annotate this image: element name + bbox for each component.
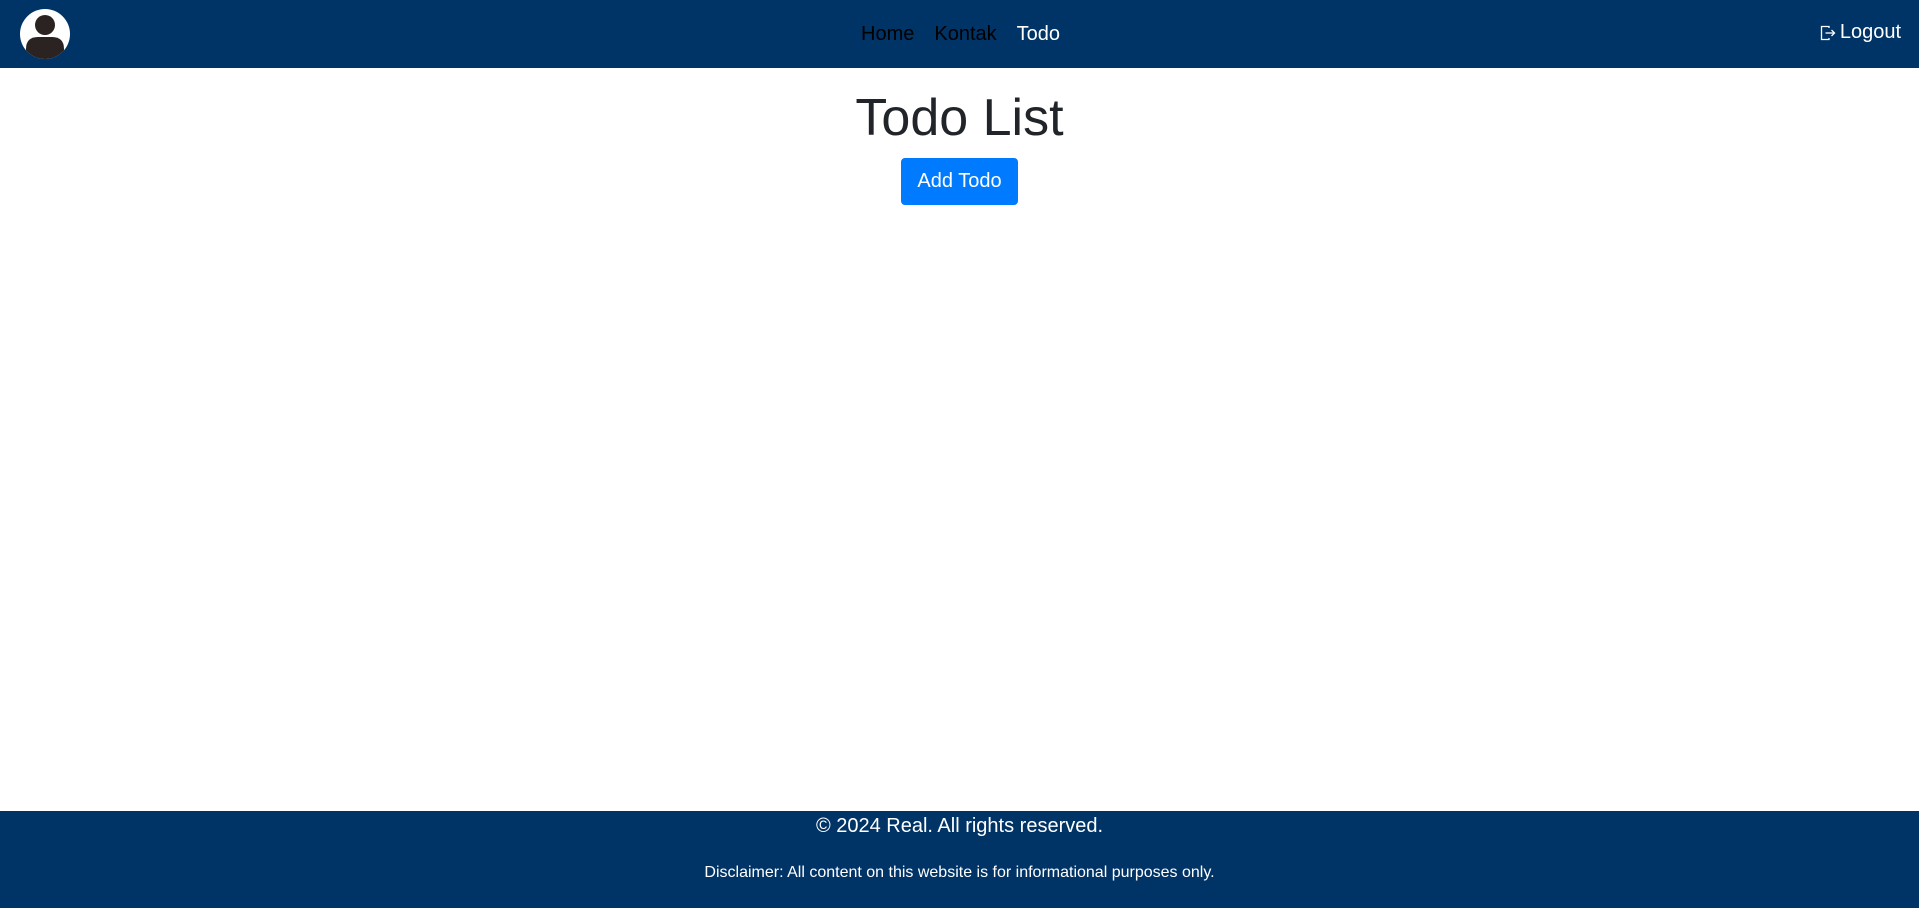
logout-label: Logout <box>1839 21 1901 43</box>
navbar: Home Kontak Todo Logout <box>0 0 1919 68</box>
logout-icon <box>1820 25 1836 41</box>
footer: © 2024 Real. All rights reserved. Discla… <box>0 811 1919 908</box>
nav-links: Home Kontak Todo <box>0 0 1919 68</box>
add-todo-button[interactable]: Add Todo <box>901 158 1018 205</box>
nav-link-kontak[interactable]: Kontak <box>934 23 996 46</box>
nav-link-todo[interactable]: Todo <box>1017 23 1060 46</box>
page-title: Todo List <box>855 89 1064 147</box>
logout-button[interactable]: Logout <box>1820 21 1901 44</box>
main-content: Todo List Add Todo <box>0 68 1919 205</box>
user-avatar-icon[interactable] <box>20 9 70 59</box>
footer-copyright: © 2024 Real. All rights reserved. <box>815 815 1104 837</box>
footer-disclaimer: Disclaimer: All content on this website … <box>704 864 1215 881</box>
nav-link-home[interactable]: Home <box>861 23 914 46</box>
